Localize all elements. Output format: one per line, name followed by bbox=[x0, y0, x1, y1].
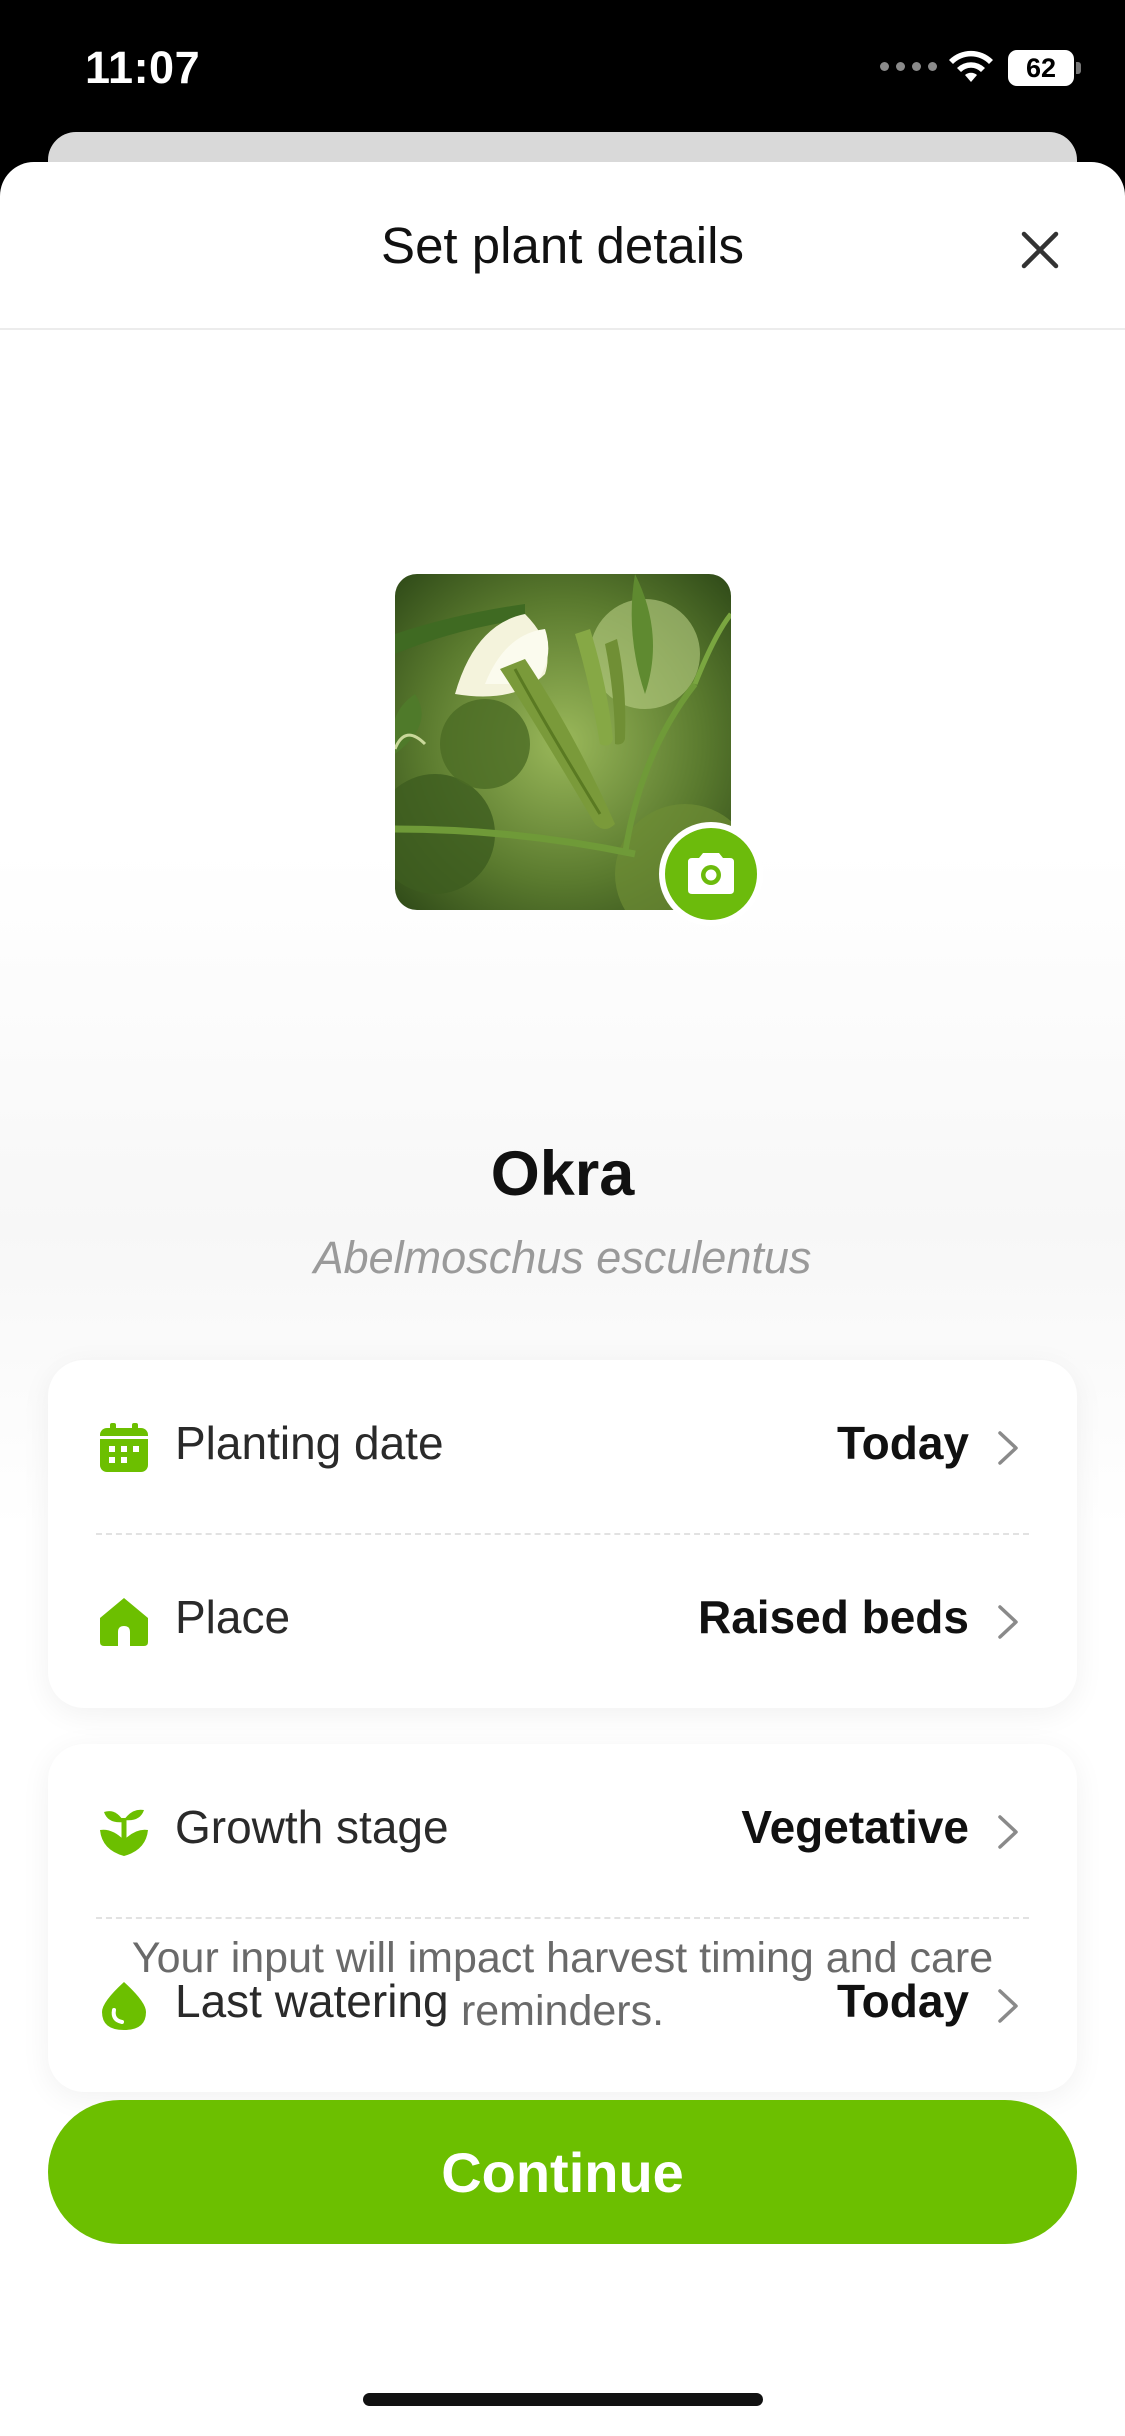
sheet-header: Set plant details bbox=[0, 162, 1125, 330]
planting-date-value: Today bbox=[836, 1417, 969, 1469]
continue-button[interactable]: Continue bbox=[48, 2100, 1077, 2244]
place-label: Place bbox=[175, 1591, 291, 1643]
signal-dots-icon bbox=[880, 62, 937, 71]
chevron-right-icon bbox=[998, 1431, 1018, 1465]
chevron-right-icon bbox=[998, 1605, 1018, 1639]
close-icon bbox=[1021, 231, 1059, 269]
close-button[interactable] bbox=[1010, 220, 1070, 280]
growth-stage-label: Growth stage bbox=[175, 1801, 449, 1853]
details-card-2: Growth stage Vegetative Last watering To… bbox=[48, 1744, 1077, 2092]
home-indicator bbox=[363, 2393, 763, 2406]
house-icon bbox=[100, 1598, 148, 1646]
wifi-icon bbox=[949, 50, 993, 82]
place-row[interactable]: Place Raised beds bbox=[48, 1534, 1077, 1708]
calendar-icon bbox=[100, 1423, 148, 1472]
growth-stage-value: Vegetative bbox=[741, 1801, 969, 1853]
camera-icon bbox=[688, 853, 734, 894]
plant-name: Okra bbox=[490, 1139, 635, 1209]
planting-date-label: Planting date bbox=[175, 1417, 444, 1469]
chevron-right-icon bbox=[998, 1815, 1018, 1849]
plant-details-sheet: Set plant details Okra Abelmoschus escul… bbox=[0, 162, 1125, 2436]
battery-level: 62 bbox=[1008, 50, 1074, 86]
place-value: Raised beds bbox=[698, 1591, 969, 1643]
page-title: Set plant details bbox=[381, 217, 744, 274]
status-time: 11:07 bbox=[85, 42, 201, 93]
status-bar: 11:07 62 bbox=[0, 0, 1125, 135]
info-text: Your input will impact harvest timing an… bbox=[131, 1934, 994, 2035]
change-photo-button[interactable] bbox=[659, 822, 763, 926]
sprout-icon bbox=[100, 1809, 148, 1856]
battery-icon: 62 bbox=[1008, 50, 1081, 86]
plant-photo-container bbox=[395, 574, 765, 934]
growth-stage-row[interactable]: Growth stage Vegetative bbox=[48, 1744, 1077, 1919]
details-card-1: Planting date Today Place Raised beds bbox=[48, 1360, 1077, 1708]
plant-latin-name: Abelmoschus esculentus bbox=[313, 1232, 812, 1283]
planting-date-row[interactable]: Planting date Today bbox=[48, 1360, 1077, 1535]
